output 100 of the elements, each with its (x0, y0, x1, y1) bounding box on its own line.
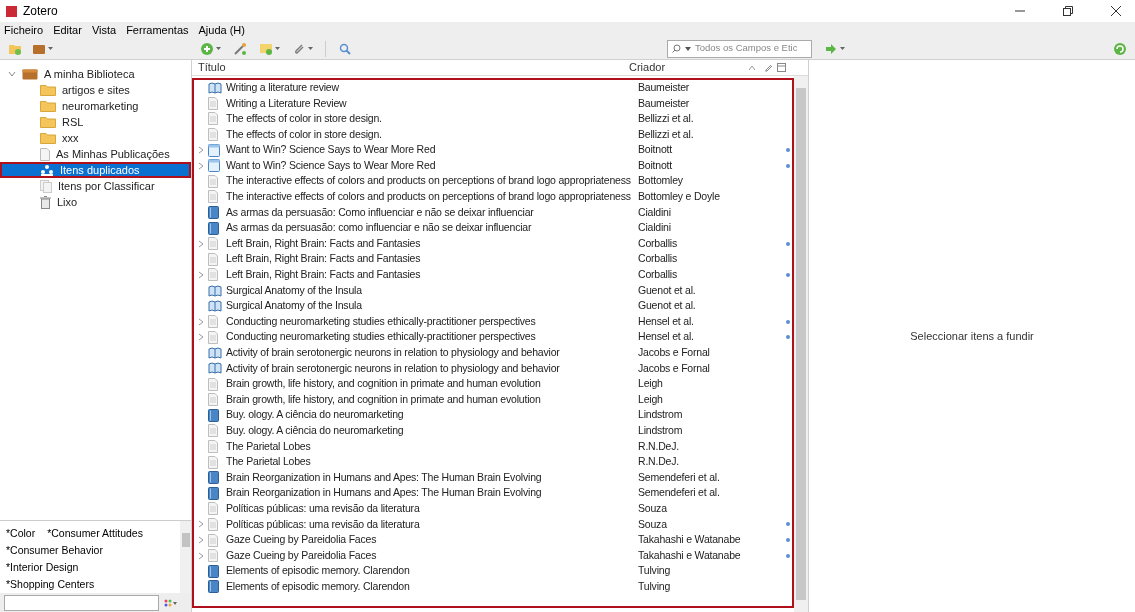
item-row[interactable]: Brain Reorganization in Humans and Apes: The Human Brain Evolving Semendeferi et al. (194, 469, 792, 486)
creator-cell-text: Cialdini (638, 204, 672, 220)
column-header[interactable]: Criador (629, 59, 749, 76)
menu-item[interactable]: Ferramentas (126, 21, 189, 39)
sync-icon[interactable] (1113, 41, 1127, 56)
collection-item[interactable]: Itens duplicados (0, 162, 191, 178)
creator-cell-text: R.N.DeJ. (638, 438, 680, 454)
close-icon[interactable] (1111, 6, 1121, 16)
item-row[interactable]: The interactive effects of colors and products on perceptions of brand logo appropriateness Bottomley (194, 173, 792, 190)
dropdown-arrow-icon[interactable] (275, 47, 280, 50)
document-icon (208, 174, 218, 188)
item-row[interactable]: Buy. ology. A ciência do neuromarketing Lindstrom (194, 423, 792, 439)
collection-item[interactable]: artigos e sites (0, 82, 191, 98)
creator-cell-text: Tulving (638, 563, 672, 579)
title-cell-text: Gaze Cueing by Pareidolia Faces (226, 532, 378, 548)
creator-cell-text: Boitnott (638, 157, 673, 173)
add-icon[interactable] (200, 41, 214, 56)
creator-cell-text: Corballis (638, 267, 679, 283)
title-cell-text: Activity of brain serotonergic neurons in relation to physiology and behavior (226, 345, 561, 360)
document-icon (208, 96, 218, 110)
item-row[interactable]: Left Brain, Right Brain: Facts and Fantasies Corballis (194, 267, 792, 283)
item-row[interactable]: Gaze Cueing by Pareidolia Faces Takahashi e Watanabe (194, 532, 792, 548)
search-icon[interactable] (338, 41, 352, 56)
title-cell-text: Surgical Anatomy of the Insula (226, 298, 363, 314)
item-row[interactable]: Conducting neuromarketing studies ethically-practitioner perspectives Hensel et al. (194, 329, 792, 346)
item-row[interactable]: Políticas públicas: uma revisão da literatura Souza (194, 516, 792, 533)
item-row[interactable]: Left Brain, Right Brain: Facts and Fantasies Corballis (194, 251, 792, 268)
item-row[interactable]: Buy. ology. A ciência do neuromarketing Lindstrom (194, 407, 792, 424)
menu-item[interactable]: Editar (53, 21, 82, 39)
tag-menu-icon[interactable] (163, 597, 177, 608)
search-field[interactable]: Todos os Campos e Etic (667, 39, 812, 58)
open-book-icon (208, 284, 222, 297)
item-row[interactable]: Writing a Literature Review Baumeister (194, 95, 792, 112)
book-icon (208, 486, 219, 500)
title-cell-text: Activity of brain serotonergic neurons in relation to physiology and behavior (226, 360, 561, 376)
title-cell-text: Writing a Literature Review (226, 95, 348, 111)
collection-item[interactable]: neuromarketing (0, 98, 191, 114)
dropdown-arrow-icon[interactable] (840, 47, 845, 50)
new-note-icon[interactable] (259, 41, 273, 56)
library-icon (22, 68, 38, 80)
menu-item[interactable]: Ficheiro (4, 21, 44, 39)
tag[interactable]: *Consumer Behavior (6, 542, 103, 559)
column-header[interactable]: Título (192, 59, 629, 76)
title-cell-text: Conducting neuromarketing studies ethically-practitioner perspectives (226, 313, 537, 329)
item-row[interactable]: Elements of episodic memory. Clarendon Tulving (194, 563, 792, 579)
dropdown-arrow-icon[interactable] (308, 47, 313, 50)
item-row[interactable]: The Parietal Lobes R.N.DeJ. (194, 454, 792, 470)
column-picker-icon[interactable] (777, 63, 786, 72)
item-row[interactable]: Activity of brain serotonergic neurons in relation to physiology and behavior Jacobs e Fornal (194, 345, 792, 361)
dropdown-arrow-icon[interactable] (216, 47, 221, 50)
chevron-down-icon[interactable] (8, 71, 16, 77)
menu-item[interactable]: Vista (91, 21, 117, 39)
tag[interactable]: *Consumer Attitudes (47, 525, 143, 542)
arrow-right-icon[interactable] (824, 41, 838, 56)
item-row[interactable]: Políticas públicas: uma revisão da literatura Souza (194, 501, 792, 517)
collection-item[interactable]: xxx (0, 130, 191, 146)
collection-item[interactable]: Lixo (0, 194, 191, 210)
menu-item[interactable]: Ajuda (H) (198, 21, 245, 39)
title-cell-text: Brain growth, life history, and cognition in primate and human evolution (226, 391, 542, 407)
item-row[interactable]: Activity of brain serotonergic neurons in relation to physiology and behavior Jacobs e Fornal (194, 360, 792, 377)
book-icon (208, 564, 219, 578)
item-row[interactable]: The interactive effects of colors and products on perceptions of brand logo appropriateness Bottomley e Doyle (194, 189, 792, 205)
tag[interactable]: *Shopping Centers (6, 576, 95, 593)
collection-item[interactable]: As Minhas Publicações (0, 146, 191, 162)
item-row[interactable]: Want to Win? Science Says to Wear More Red Boitnott (194, 142, 792, 158)
tag[interactable]: *Interior Design (6, 559, 79, 576)
item-row[interactable]: The Parietal Lobes R.N.DeJ. (194, 438, 792, 455)
item-row[interactable]: Left Brain, Right Brain: Facts and Fantasies Corballis (194, 235, 792, 252)
creator-cell-text: Hensel et al. (638, 313, 695, 329)
paperclip-icon[interactable] (763, 62, 773, 73)
creator-cell-text: Guenot et al. (638, 282, 697, 298)
collection-item[interactable]: Itens por Classificar (0, 178, 191, 194)
document-icon (208, 439, 218, 453)
item-row[interactable]: Gaze Cueing by Pareidolia Faces Takahashi e Watanabe (194, 547, 792, 564)
creator-cell-text: Semendeferi et al. (638, 469, 721, 485)
collection-item[interactable]: RSL (0, 114, 191, 130)
item-row[interactable]: Brain Reorganization in Humans and Apes: The Human Brain Evolving Semendeferi et al. (194, 485, 792, 502)
dropdown-arrow-icon[interactable] (48, 47, 53, 50)
item-row[interactable]: Want to Win? Science Says to Wear More Red Boitnott (194, 157, 792, 174)
title-cell-text: Brain Reorganization in Humans and Apes: The Human Brain Evolving (226, 469, 543, 485)
item-row[interactable]: Elements of episodic memory. Clarendon Tulving (194, 579, 792, 595)
magic-wand-icon[interactable] (233, 41, 247, 56)
item-row[interactable]: Writing a literature review Baumeister (194, 80, 792, 96)
collection-item[interactable]: A minha Biblioteca (0, 66, 191, 82)
item-row[interactable]: As armas da persuasão: Como influenciar e não se deixar influenciar Cialdini (194, 204, 792, 221)
tag[interactable]: *Color (6, 525, 36, 542)
title-cell-text: Conducting neuromarketing studies ethically-practitioner perspectives (226, 329, 537, 345)
people-icon (40, 164, 54, 176)
restore-icon[interactable] (1063, 6, 1073, 16)
tag-filter-field[interactable] (4, 594, 159, 611)
item-row[interactable]: Brain growth, life history, and cognition in primate and human evolution Leigh (194, 376, 792, 392)
item-row[interactable]: The effects of color in store design. Bellizzi et al. (194, 126, 792, 143)
document-icon (208, 112, 218, 126)
item-row[interactable]: Surgical Anatomy of the Insula Guenot et al. (194, 298, 792, 314)
item-row[interactable]: As armas da persuasão: como influenciar e não se deixar influenciar Cialdini (194, 220, 792, 236)
item-row[interactable]: The effects of color in store design. Bellizzi et al. (194, 111, 792, 127)
book-icon (208, 471, 219, 485)
item-row[interactable]: Brain growth, life history, and cognition in primate and human evolution Leigh (194, 391, 792, 408)
item-row[interactable]: Conducting neuromarketing studies ethically-practitioner perspectives Hensel et al. (194, 313, 792, 330)
item-row[interactable]: Surgical Anatomy of the Insula Guenot et al. (194, 282, 792, 299)
